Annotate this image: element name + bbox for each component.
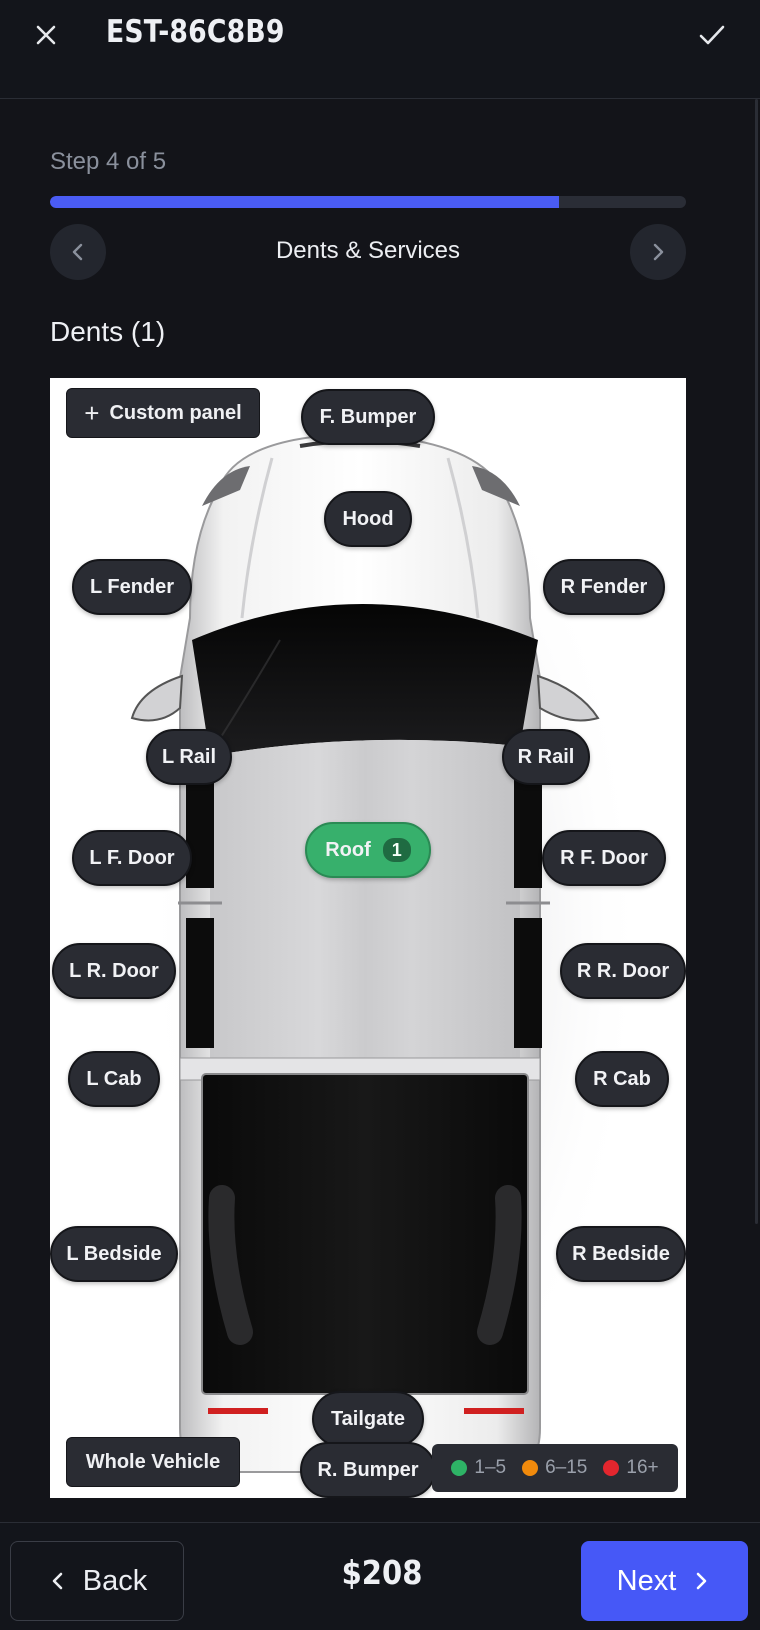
- panel-r-r-door[interactable]: R R. Door: [560, 943, 686, 999]
- legend-dot: [451, 1460, 468, 1476]
- check-icon[interactable]: [694, 17, 730, 53]
- previous-step-button[interactable]: [50, 224, 106, 280]
- estimate-title: EST-86C8B9: [106, 14, 285, 50]
- plus-icon: +: [84, 397, 100, 428]
- close-icon[interactable]: [30, 19, 62, 51]
- back-button[interactable]: Back: [10, 1541, 184, 1621]
- panel-l-bedside[interactable]: L Bedside: [50, 1226, 178, 1282]
- panel-r-rail[interactable]: R Rail: [502, 729, 590, 785]
- legend-dot: [603, 1460, 620, 1476]
- panel-l-r-door[interactable]: L R. Door: [52, 943, 176, 999]
- step-navigation: Dents & Services: [50, 224, 686, 280]
- next-step-button[interactable]: [630, 224, 686, 280]
- panel-hood[interactable]: Hood: [324, 491, 412, 547]
- panel-r-cab[interactable]: R Cab: [575, 1051, 669, 1107]
- vehicle-diagram: + Custom panel F. Bumper Hood L Fender R…: [50, 378, 686, 1498]
- dent-count-badge: 1: [382, 838, 411, 862]
- dents-heading: Dents (1): [50, 316, 166, 347]
- panel-l-rail[interactable]: L Rail: [146, 729, 232, 785]
- step-label: Step 4 of 5: [50, 148, 167, 175]
- panel-r-fender[interactable]: R Fender: [543, 559, 665, 615]
- legend-label: 6–15: [545, 1457, 588, 1478]
- scrollbar[interactable]: [755, 99, 758, 1224]
- progress-bar: [50, 196, 686, 208]
- panel-l-cab[interactable]: L Cab: [68, 1051, 160, 1107]
- top-bar: EST-86C8B9: [0, 0, 760, 99]
- panel-l-fender[interactable]: L Fender: [72, 559, 192, 615]
- chevron-left-icon: [72, 243, 83, 261]
- legend-label: 16+: [626, 1457, 659, 1478]
- next-label: Next: [616, 1564, 677, 1597]
- chevron-right-icon: [697, 1572, 707, 1590]
- total-price: $208: [341, 1553, 423, 1592]
- legend-item: 1–5: [451, 1457, 506, 1479]
- bottom-bar: Back $208 Next: [0, 1522, 760, 1630]
- severity-legend: 1–5 6–15 16+: [432, 1444, 678, 1492]
- panel-tailgate[interactable]: Tailgate: [312, 1391, 424, 1447]
- legend-item: 16+: [603, 1457, 659, 1479]
- panel-l-f-door[interactable]: L F. Door: [72, 830, 192, 886]
- panel-f-bumper[interactable]: F. Bumper: [301, 389, 435, 445]
- custom-panel-button[interactable]: + Custom panel: [66, 388, 260, 438]
- legend-label: 1–5: [474, 1457, 507, 1478]
- panel-roof-label: Roof: [325, 838, 371, 861]
- custom-panel-label: Custom panel: [109, 401, 242, 424]
- next-button[interactable]: Next: [581, 1541, 748, 1621]
- legend-dot: [522, 1460, 539, 1476]
- chevron-right-icon: [653, 243, 664, 261]
- progress-fill: [50, 196, 559, 208]
- back-label: Back: [82, 1564, 148, 1597]
- panel-r-f-door[interactable]: R F. Door: [542, 830, 666, 886]
- panel-r-bedside[interactable]: R Bedside: [556, 1226, 686, 1282]
- chevron-left-icon: [52, 1572, 63, 1590]
- section-title: Dents & Services: [275, 237, 461, 264]
- panel-r-bumper[interactable]: R. Bumper: [300, 1442, 436, 1498]
- whole-vehicle-button[interactable]: Whole Vehicle: [66, 1437, 240, 1487]
- legend-item: 6–15: [522, 1457, 587, 1479]
- panel-roof[interactable]: Roof 1: [305, 822, 431, 878]
